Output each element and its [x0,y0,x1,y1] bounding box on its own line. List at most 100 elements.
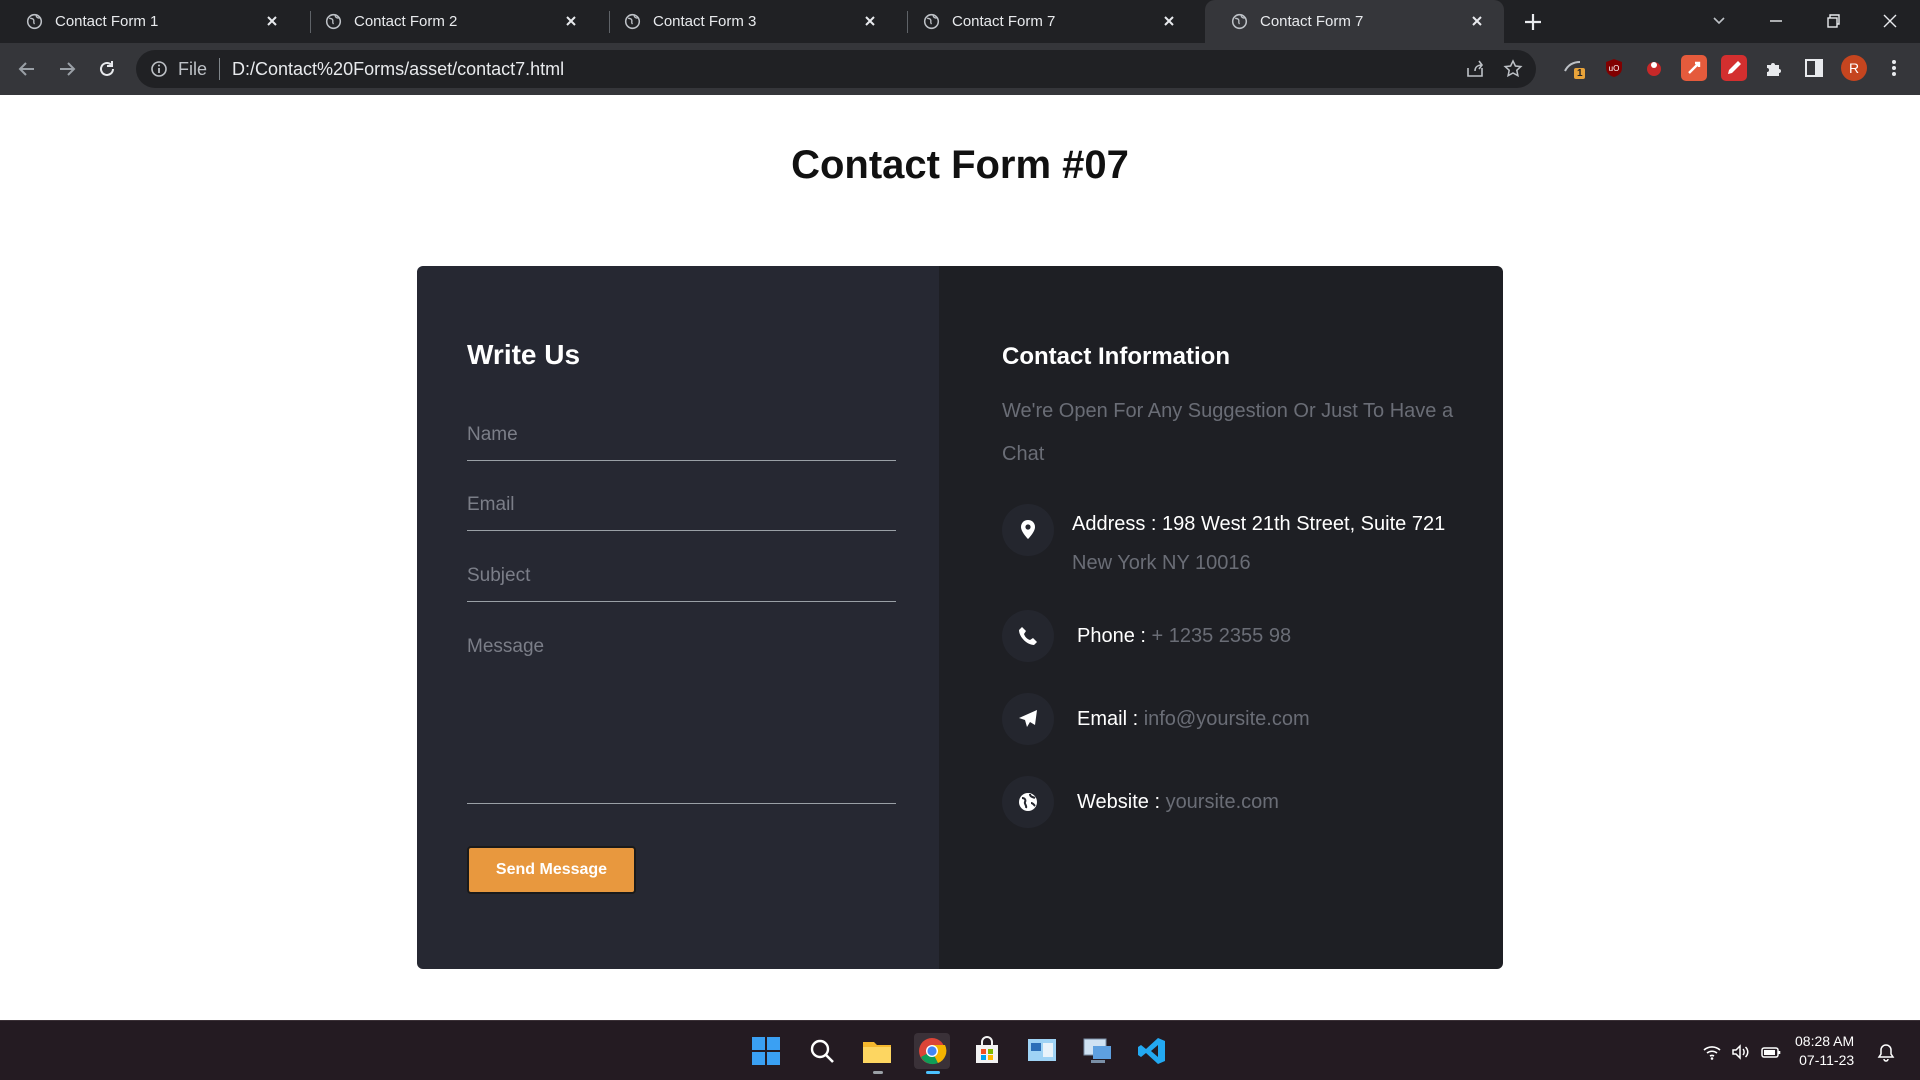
chrome-icon [919,1038,947,1065]
pen-extension-icon[interactable] [1721,55,1747,81]
globe-icon [325,13,342,30]
website-icon-circle [1002,776,1054,828]
close-tab-icon[interactable] [1160,12,1178,30]
battery-icon[interactable] [1761,1042,1781,1062]
vscode-button[interactable] [1134,1033,1170,1069]
close-tab-icon[interactable] [861,12,879,30]
tab-strip: Contact Form 1 Contact Form 2 Contact Fo… [0,0,1920,43]
send-message-button[interactable]: Send Message [467,846,636,894]
tab-title: Contact Form 3 [653,13,757,30]
browser-tab-active[interactable]: Contact Form 7 [1205,0,1504,43]
address-scheme: File [178,58,208,79]
rocket-extension-icon[interactable] [1681,55,1707,81]
globe-icon [26,13,43,30]
forward-icon[interactable] [54,56,80,82]
minimize-icon[interactable] [1763,8,1789,34]
email-label: Email : [1077,708,1144,730]
globe-icon [1231,13,1248,30]
start-button[interactable] [748,1033,784,1069]
contact-info-description: We're Open For Any Suggestion Or Just To… [1002,400,1454,465]
address-bar[interactable]: File D:/Contact%20Forms/asset/contact7.h… [136,50,1536,88]
tab-title: Contact Form 2 [354,13,458,30]
phone-value[interactable]: + 1235 2355 98 [1152,625,1292,647]
phone-line: Phone : + 1235 2355 98 [1077,624,1291,648]
website-value[interactable]: yoursite.com [1166,791,1279,813]
new-tab-icon[interactable] [1521,10,1545,34]
notification-bell-icon[interactable] [1876,1042,1896,1062]
phone-icon-circle [1002,610,1054,662]
globe-icon [1019,793,1037,811]
file-explorer-button[interactable] [859,1033,895,1074]
subject-input[interactable] [467,565,896,587]
wifi-icon[interactable] [1702,1042,1722,1062]
address-url[interactable]: D:/Contact%20Forms/asset/contact7.html [232,59,564,80]
ublock-icon[interactable]: uO [1601,55,1627,81]
store-icon [976,1036,998,1063]
address-line2: New York NY 10016 [1072,552,1251,574]
restore-icon[interactable] [1820,8,1846,34]
close-tab-icon[interactable] [1468,12,1486,30]
windows-taskbar: 08:28 AM 07-11-23 [0,1020,1920,1080]
map-pin-icon [1021,520,1035,539]
monitor-icon [1083,1038,1111,1063]
kebab-menu-icon[interactable] [1881,55,1907,81]
contact-card: Write Us Send Message Contact Informatio… [417,266,1503,969]
address-divider [219,58,221,80]
bug-extension-icon[interactable] [1641,55,1667,81]
tab-title: Contact Form 7 [952,13,1056,30]
name-field-wrapper [467,424,896,461]
email-row: Email : info@yoursite.com [1002,693,1310,745]
extension-icon[interactable]: 1 [1561,55,1587,81]
browser-tab[interactable]: Contact Form 3 [598,0,897,43]
email-icon-circle [1002,693,1054,745]
phone-icon [1019,627,1037,645]
contact-info-heading: Contact Information [1002,343,1230,370]
address-label: Address : [1072,513,1163,535]
star-icon[interactable] [1502,58,1524,80]
phone-label: Phone : [1077,625,1152,647]
subject-field-wrapper [467,565,896,602]
system-clock[interactable]: 08:28 AM 07-11-23 [1795,1032,1854,1070]
control-panel-icon [1028,1039,1056,1061]
address-icon-circle [1002,504,1054,556]
message-textarea[interactable] [467,636,896,796]
reload-icon[interactable] [94,56,120,82]
phone-row: Phone : + 1235 2355 98 [1002,610,1291,662]
email-line: Email : info@yoursite.com [1077,707,1310,731]
paper-plane-icon [1019,710,1037,727]
address-line1: 198 West 21th Street, Suite 721 [1162,513,1446,535]
info-icon[interactable] [150,60,168,78]
name-input[interactable] [467,424,896,446]
chevron-down-icon[interactable] [1706,8,1732,34]
address-line: Address : 198 West 21th Street, Suite 72… [1072,512,1445,536]
clock-time: 08:28 AM [1795,1033,1855,1049]
tab-title: Contact Form 1 [55,13,159,30]
chrome-button[interactable] [914,1033,950,1074]
website-label: Website : [1077,791,1166,813]
profile-avatar[interactable]: R [1841,55,1867,81]
clock-date: 07-11-23 [1799,1052,1855,1068]
puzzle-icon[interactable] [1761,55,1787,81]
control-panel-button[interactable] [1024,1033,1060,1069]
side-panel-icon[interactable] [1801,55,1827,81]
email-input[interactable] [467,494,896,516]
page-title: Contact Form #07 [791,143,1129,187]
browser-tab[interactable]: Contact Form 2 [299,0,598,43]
close-window-icon[interactable] [1877,8,1903,34]
close-tab-icon[interactable] [562,12,580,30]
browser-toolbar: File D:/Contact%20Forms/asset/contact7.h… [0,43,1920,95]
tab-title: Contact Form 7 [1260,13,1364,30]
back-icon[interactable] [14,56,40,82]
store-button[interactable] [969,1033,1005,1069]
share-icon[interactable] [1464,58,1486,80]
remote-desktop-button[interactable] [1079,1033,1115,1069]
address-row: Address : 198 West 21th Street, Suite 72… [1002,504,1445,575]
volume-icon[interactable] [1730,1042,1750,1062]
browser-tab[interactable]: Contact Form 1 [0,0,299,43]
message-field-wrapper [467,636,896,804]
close-tab-icon[interactable] [263,12,281,30]
email-value[interactable]: info@yoursite.com [1144,708,1310,730]
folder-icon [863,1042,891,1063]
browser-tab[interactable]: Contact Form 7 [897,0,1196,43]
taskbar-search-button[interactable] [804,1033,840,1069]
